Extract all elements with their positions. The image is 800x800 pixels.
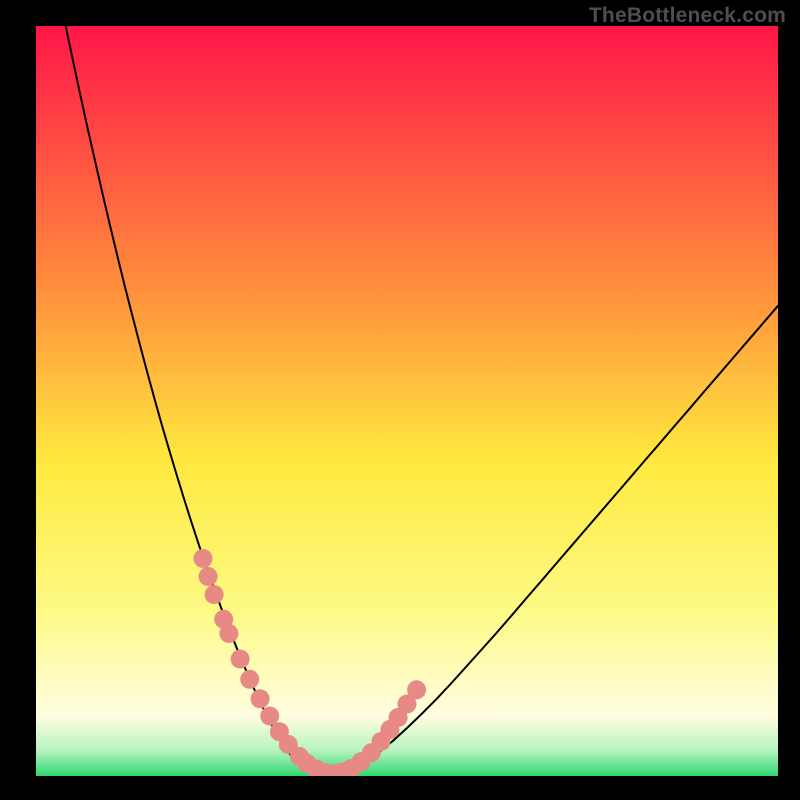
highlight-dot	[199, 567, 218, 586]
highlight-dot	[194, 549, 213, 568]
plot-area	[36, 26, 778, 776]
highlight-dot	[219, 624, 238, 643]
highlight-dot	[251, 689, 270, 708]
highlight-dot	[205, 585, 224, 604]
highlight-dot	[240, 670, 259, 689]
bottleneck-curve	[66, 26, 778, 775]
highlight-dot	[407, 680, 426, 699]
highlight-dot	[260, 707, 279, 726]
chart-overlay-svg	[36, 26, 778, 776]
highlight-dot	[231, 650, 250, 669]
watermark-text: TheBottleneck.com	[589, 4, 786, 28]
chart-root: TheBottleneck.com	[0, 0, 800, 800]
